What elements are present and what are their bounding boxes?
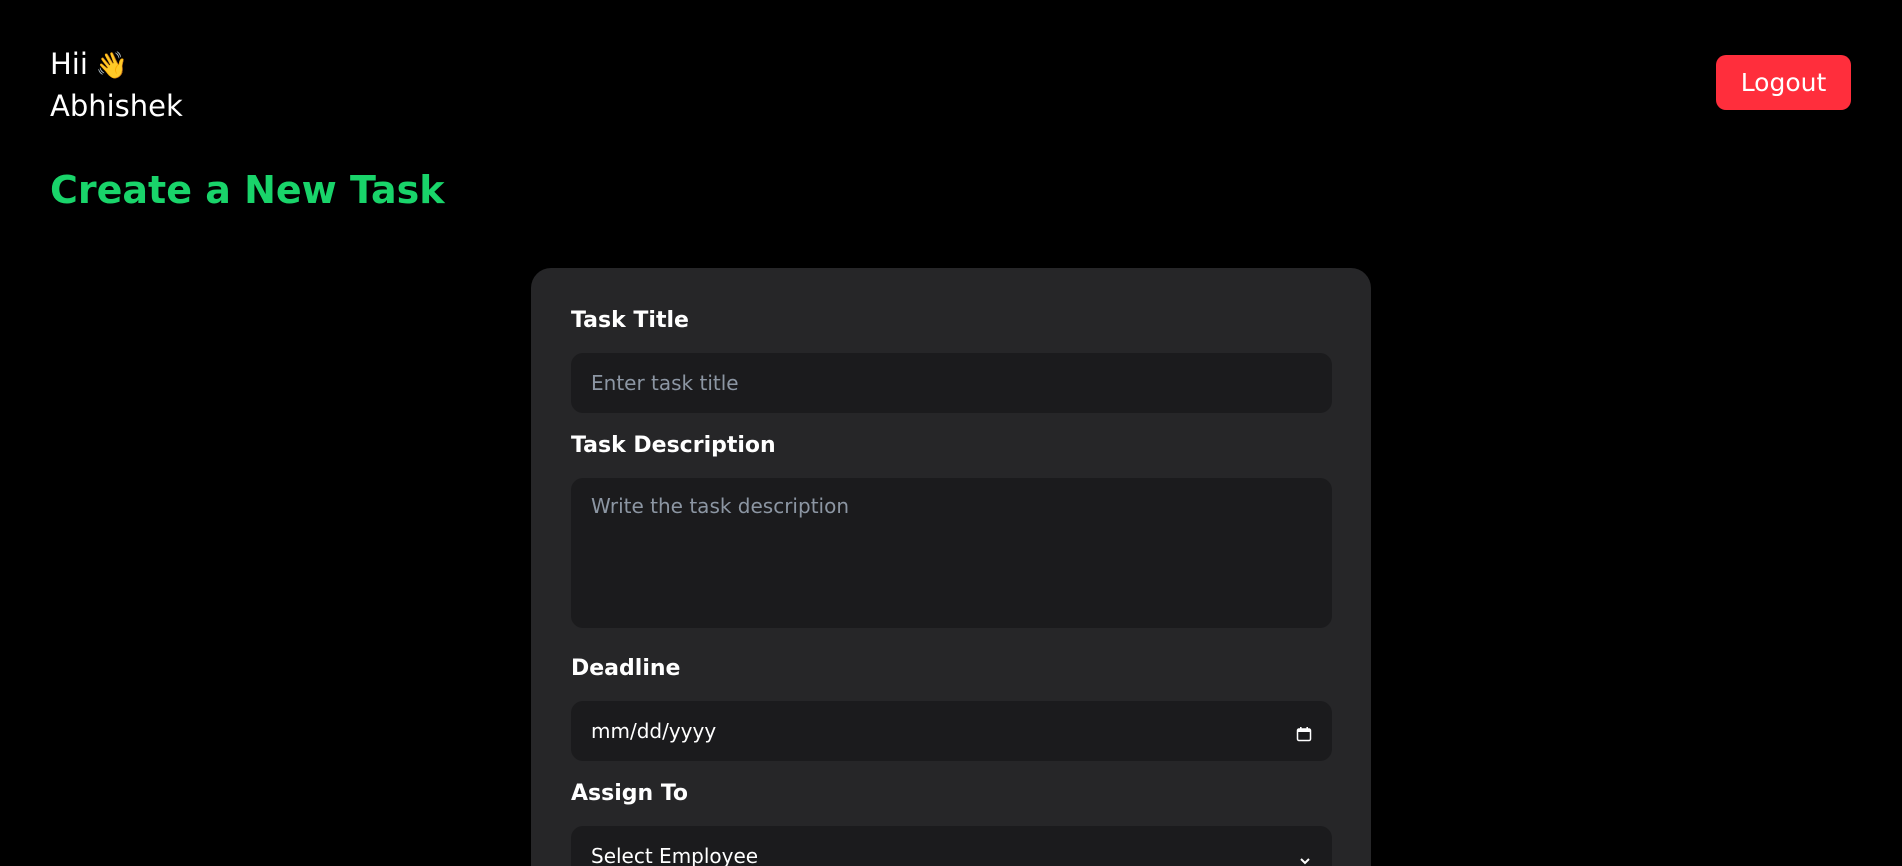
- task-description-label: Task Description: [571, 433, 776, 458]
- dashboard-page: Hii 👋 Abhishek Logout Create a New Task T…: [0, 0, 1902, 866]
- assign-to-value: Select Employee: [591, 844, 759, 866]
- task-title-input[interactable]: [571, 353, 1332, 413]
- assign-to-label: Assign To: [571, 781, 689, 806]
- deadline-input[interactable]: mm/dd/yyyy: [571, 701, 1332, 761]
- deadline-label: Deadline: [571, 656, 681, 681]
- user-name: Abhishek: [50, 89, 183, 123]
- greeting-text: Hii: [50, 47, 88, 81]
- greeting-line: Hii 👋: [50, 44, 183, 86]
- calendar-icon[interactable]: [1296, 723, 1312, 742]
- assign-to-select[interactable]: Select Employee: [571, 826, 1332, 866]
- waving-hand-icon: 👋: [95, 51, 129, 81]
- chevron-down-icon: [1298, 849, 1312, 865]
- task-title-label: Task Title: [571, 308, 689, 333]
- task-description-input[interactable]: [571, 478, 1332, 628]
- greeting: Hii 👋 Abhishek: [50, 44, 183, 126]
- logout-button[interactable]: Logout: [1716, 55, 1851, 110]
- create-task-form: Task Title Task Description Deadline mm/…: [531, 268, 1371, 866]
- deadline-value: mm/dd/yyyy: [591, 719, 717, 743]
- page-title: Create a New Task: [50, 168, 445, 212]
